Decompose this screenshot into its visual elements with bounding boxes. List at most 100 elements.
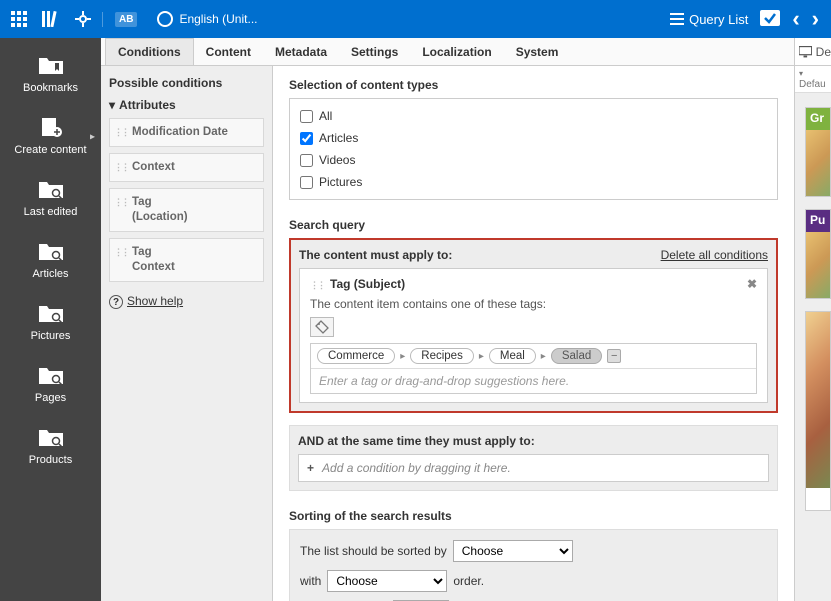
create-content-icon <box>35 114 67 140</box>
checkmark-icon[interactable] <box>760 10 780 28</box>
main-panel: Conditions Content Metadata Settings Loc… <box>101 38 795 601</box>
preview-subheader[interactable]: ▾ Defau <box>795 66 831 93</box>
thumb-image <box>806 312 830 488</box>
tag-input[interactable]: Enter a tag or drag-and-drop suggestions… <box>311 369 756 393</box>
sort-row2-post: order. <box>453 574 484 588</box>
content-types-box: All Articles Videos Pictures <box>289 98 778 200</box>
triangle-down-icon: ▾ <box>109 98 115 112</box>
crumb-commerce[interactable]: Commerce <box>317 348 395 364</box>
checkbox[interactable] <box>300 132 313 145</box>
search-folder-icon <box>35 238 67 264</box>
sort-by-select[interactable]: Choose <box>453 540 573 562</box>
chevron-right-icon: ▸ <box>400 351 405 362</box>
search-query-block: The content must apply to: Delete all co… <box>289 238 778 413</box>
chevron-right-icon: ▸ <box>541 351 546 362</box>
globe-icon <box>157 11 173 27</box>
sorting-box: The list should be sorted by Choose with… <box>289 529 778 601</box>
next-arrow-icon[interactable]: › <box>812 6 819 32</box>
search-folder-icon <box>35 300 67 326</box>
cond-tag-context[interactable]: ⋮⋮Tag Context <box>109 238 264 282</box>
sidebar-item-products[interactable]: Products <box>0 416 101 478</box>
tabs: Conditions Content Metadata Settings Loc… <box>101 38 794 66</box>
tab-system[interactable]: System <box>504 38 571 65</box>
search-query-title: Search query <box>289 218 778 232</box>
content-types-title: Selection of content types <box>289 78 778 92</box>
ctype-videos[interactable]: Videos <box>300 149 767 171</box>
tag-breadcrumb: Commerce ▸ Recipes ▸ Meal ▸ Salad − <box>311 344 756 369</box>
apps-icon[interactable] <box>8 8 30 30</box>
thumb-image <box>806 232 830 298</box>
chevron-right-icon: ▸ <box>90 132 95 143</box>
tab-conditions[interactable]: Conditions <box>105 38 194 65</box>
preview-header[interactable]: De <box>795 38 831 66</box>
ctype-pictures[interactable]: Pictures <box>300 171 767 193</box>
tag-input-box: Commerce ▸ Recipes ▸ Meal ▸ Salad − Ente… <box>310 343 757 394</box>
cond-modification-date[interactable]: ⋮⋮Modification Date <box>109 118 264 147</box>
crumb-meal[interactable]: Meal <box>489 348 536 364</box>
sidebar-item-label: Last edited <box>0 206 101 218</box>
crumb-recipes[interactable]: Recipes <box>410 348 474 364</box>
sidebar-item-last-edited[interactable]: Last edited <box>0 168 101 230</box>
sort-row1-pre: The list should be sorted by <box>300 544 447 558</box>
and-block: AND at the same time they must apply to:… <box>289 425 778 491</box>
search-folder-icon <box>35 362 67 388</box>
checkbox[interactable] <box>300 110 313 123</box>
thumb-image <box>806 130 830 196</box>
target-icon[interactable] <box>72 8 94 30</box>
tab-localization[interactable]: Localization <box>410 38 503 65</box>
ctype-articles[interactable]: Articles <box>300 127 767 149</box>
add-condition-dropzone[interactable]: + Add a condition by dragging it here. <box>298 454 769 482</box>
and-title: AND at the same time they must apply to: <box>298 434 769 448</box>
sidebar-item-pages[interactable]: Pages <box>0 354 101 416</box>
tab-metadata[interactable]: Metadata <box>263 38 339 65</box>
ctype-all[interactable]: All <box>300 105 767 127</box>
attributes-group[interactable]: ▾ Attributes <box>109 98 264 112</box>
sidebar-item-label: Pages <box>0 392 101 404</box>
lang-badge[interactable]: AB <box>102 12 147 27</box>
checkbox[interactable] <box>300 176 313 189</box>
query-list-link[interactable]: Query List <box>670 12 748 27</box>
show-help-link[interactable]: ?Show help <box>109 294 264 309</box>
condition-name: ⋮⋮Tag (Subject) <box>310 277 405 291</box>
search-folder-icon <box>35 424 67 450</box>
search-folder-icon <box>35 176 67 202</box>
language-selector[interactable]: English (Unit... <box>147 11 267 27</box>
tab-content[interactable]: Content <box>194 38 263 65</box>
palette-title: Possible conditions <box>109 76 264 90</box>
bookmark-folder-icon <box>35 52 67 78</box>
sidebar-item-label: Bookmarks <box>0 82 101 94</box>
preview-thumb[interactable]: Gr <box>805 107 831 197</box>
tag-tool-button[interactable] <box>310 317 334 337</box>
sorting-title: Sorting of the search results <box>289 509 778 523</box>
sidebar-item-bookmarks[interactable]: Bookmarks <box>0 44 101 106</box>
sidebar-item-label: Pictures <box>0 330 101 342</box>
library-icon[interactable] <box>40 8 62 30</box>
sidebar-item-label: Products <box>0 454 101 466</box>
sidebar-item-pictures[interactable]: Pictures <box>0 292 101 354</box>
ab-icon: AB <box>115 12 137 27</box>
apply-to-label: The content must apply to: <box>299 248 452 262</box>
help-icon: ? <box>109 295 123 309</box>
cond-context[interactable]: ⋮⋮Context <box>109 153 264 182</box>
sidebar-item-label: Articles <box>0 268 101 280</box>
delete-all-conditions-link[interactable]: Delete all conditions <box>661 248 768 262</box>
contains-label: The content item contains one of these t… <box>310 297 757 311</box>
sidebar-item-articles[interactable]: Articles <box>0 230 101 292</box>
sidebar-item-create-content[interactable]: Create content ▸ <box>0 106 101 168</box>
cond-tag-location[interactable]: ⋮⋮Tag (Location) <box>109 188 264 232</box>
remove-tag-icon[interactable]: − <box>607 349 621 363</box>
topbar: AB English (Unit... Query List ‹ › <box>0 0 831 38</box>
tab-settings[interactable]: Settings <box>339 38 410 65</box>
chevron-right-icon: ▸ <box>479 351 484 362</box>
sort-order-select[interactable]: Choose <box>327 570 447 592</box>
monitor-icon <box>799 46 812 58</box>
preview-thumb[interactable] <box>805 311 831 511</box>
preview-thumb[interactable]: Pu <box>805 209 831 299</box>
prev-arrow-icon[interactable]: ‹ <box>792 6 799 32</box>
list-icon <box>670 13 684 25</box>
conditions-palette: Possible conditions ▾ Attributes ⋮⋮Modif… <box>101 66 273 601</box>
condition-tag-subject: ⋮⋮Tag (Subject) ✖ The content item conta… <box>299 268 768 403</box>
checkbox[interactable] <box>300 154 313 167</box>
crumb-salad[interactable]: Salad <box>551 348 602 364</box>
remove-condition-icon[interactable]: ✖ <box>747 277 757 291</box>
